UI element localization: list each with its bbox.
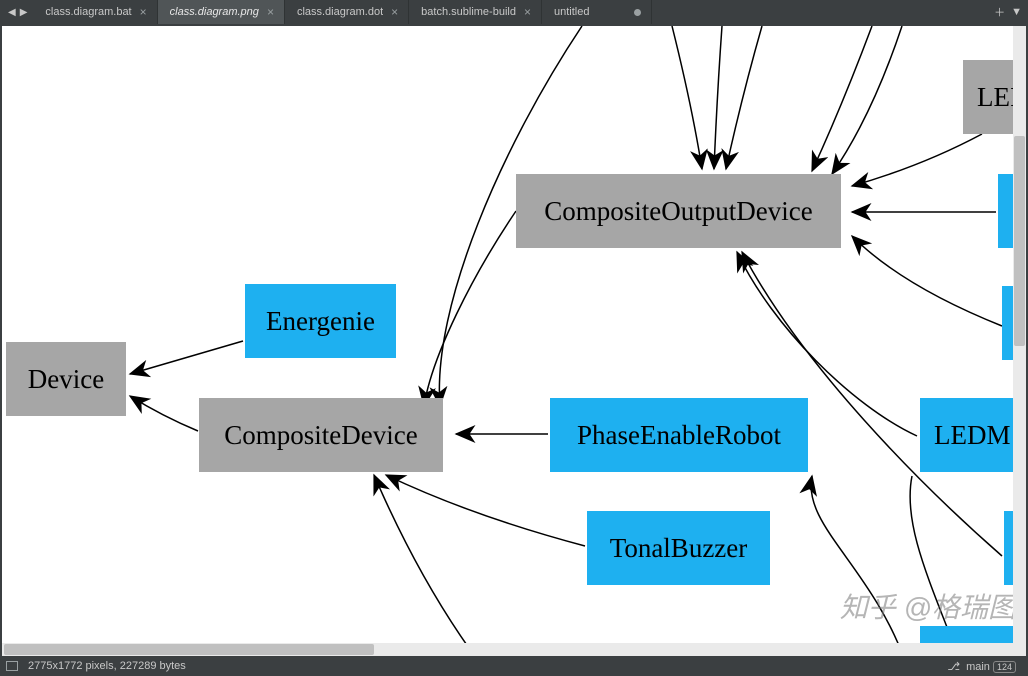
tab-label: untitled [554,6,626,18]
horizontal-scrollbar[interactable] [2,643,1013,656]
close-icon[interactable]: × [140,6,147,18]
node-label: PhaseEnableRobot [577,420,781,451]
tab-tools: ＋ ▼ [988,0,1028,24]
tab-prev-icon[interactable]: ◀ [6,7,18,18]
tab-class-diagram-dot[interactable]: class.diagram.dot × [285,0,409,24]
tab-batch-sublime-build[interactable]: batch.sublime-build × [409,0,542,24]
node-energenie: Energenie [245,284,396,358]
tabs-container: class.diagram.bat × class.diagram.png × … [33,0,988,24]
watermark-text: 知乎 @格瑞图 [840,586,1016,626]
branch-badge: 124 [993,661,1016,673]
tab-label: class.diagram.png [170,6,259,18]
close-icon[interactable]: × [267,6,274,18]
node-composite-output-device: CompositeOutputDevice [516,174,841,248]
vertical-scroll-thumb[interactable] [1014,136,1025,346]
node-ledm-partial: LEDM [920,398,1028,472]
node-label: Energenie [266,306,375,337]
tab-next-icon[interactable]: ▶ [18,7,30,18]
dirty-indicator-icon [634,9,641,16]
node-label: CompositeOutputDevice [544,196,812,227]
tab-untitled[interactable]: untitled [542,0,652,24]
diagram-edges [2,26,1026,656]
tab-class-diagram-png[interactable]: class.diagram.png × [158,0,285,24]
node-label: TonalBuzzer [610,533,748,564]
image-info-text: 2775x1772 pixels, 227289 bytes [22,660,192,672]
tab-bar: ◀ ▶ class.diagram.bat × class.diagram.pn… [0,0,1028,24]
image-viewer[interactable]: Device CompositeDevice CompositeOutputDe… [0,24,1028,656]
tab-nav: ◀ ▶ [2,0,33,24]
node-composite-device: CompositeDevice [199,398,443,472]
node-label: Device [28,364,104,395]
diagram-canvas: Device CompositeDevice CompositeOutputDe… [2,26,1026,656]
tab-label: batch.sublime-build [421,6,516,18]
tab-label: class.diagram.dot [297,6,383,18]
vertical-scrollbar[interactable] [1013,26,1026,656]
new-tab-icon[interactable]: ＋ [994,4,1005,20]
git-branch[interactable]: ⎇ main 124 [941,660,1022,673]
status-bar: 2775x1772 pixels, 227289 bytes ⎇ main 12… [0,656,1028,676]
close-icon[interactable]: × [391,6,398,18]
node-label: CompositeDevice [224,420,417,451]
close-icon[interactable]: × [524,6,531,18]
editor-window: ◀ ▶ class.diagram.bat × class.diagram.pn… [0,0,1028,676]
horizontal-scroll-thumb[interactable] [4,644,374,655]
node-tonal-buzzer: TonalBuzzer [587,511,770,585]
node-device: Device [6,342,126,416]
node-phase-enable-robot: PhaseEnableRobot [550,398,808,472]
branch-name: main [966,661,990,673]
tab-label: class.diagram.bat [45,6,131,18]
panel-toggle-icon[interactable] [6,661,18,671]
tab-class-diagram-bat[interactable]: class.diagram.bat × [33,0,157,24]
tab-menu-icon[interactable]: ▼ [1011,6,1022,18]
branch-icon: ⎇ [947,660,960,673]
node-label: LEDM [934,420,1011,451]
